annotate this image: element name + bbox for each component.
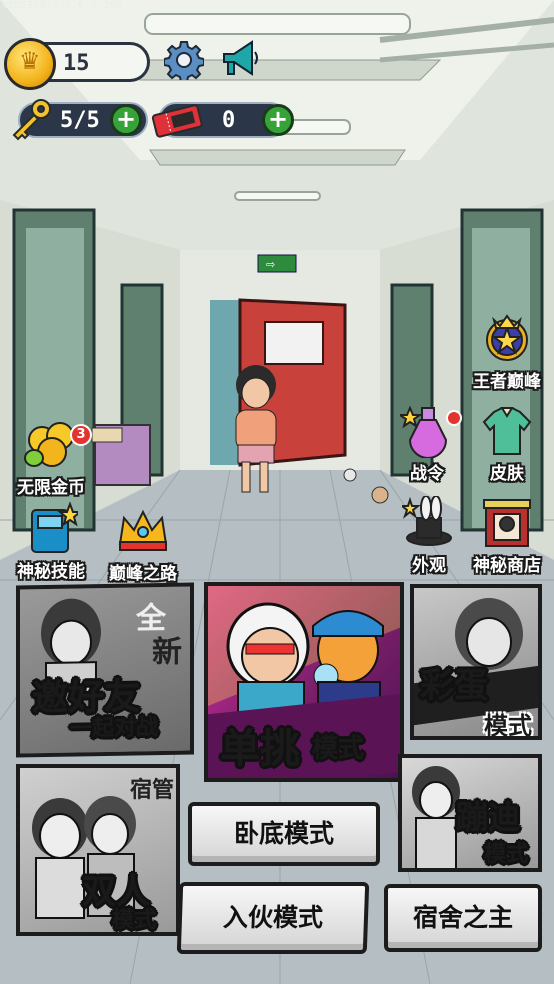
key-count: 5/5 — [60, 108, 100, 133]
potion-icon — [400, 405, 448, 458]
duo-tag: 宿管 — [130, 778, 175, 803]
solo-title: 单挑 — [220, 726, 300, 772]
easter-egg-mode-card[interactable]: 彩蛋 模式 — [410, 584, 542, 740]
key-icon — [12, 99, 51, 141]
game-main-screen: ⇨ VERSION:1.1.6.3.298 15 ♛ 5/5 + 0 + 3 无… — [0, 0, 554, 984]
gold-coins-icon — [24, 422, 74, 467]
solo-mode-card[interactable]: 单挑 模式 — [204, 582, 404, 782]
mystery-skill-label: 神秘技能 — [17, 562, 85, 582]
king-star-emblem-icon — [486, 314, 528, 361]
add-tickets-button[interactable]: + — [262, 104, 294, 136]
megaphone-icon[interactable] — [220, 38, 260, 80]
king-peak-button[interactable]: 王者巅峰 — [462, 312, 552, 392]
duo-suffix: 模式 — [112, 908, 157, 933]
undercover-mode-button[interactable]: 卧底模式 — [188, 802, 380, 866]
infinite-gold-button[interactable]: 3 无限金币 — [6, 418, 96, 498]
crown-icon — [118, 509, 168, 551]
battle-pass-label: 战令 — [410, 464, 444, 484]
appearance-button[interactable]: 外观 — [384, 496, 474, 576]
battle-pass-notification-dot — [446, 410, 462, 426]
mystery-shop-button[interactable]: 神秘商店 — [462, 496, 552, 576]
disco-mode-card[interactable]: 蹦迪 模式 — [398, 754, 542, 872]
version-label: VERSION:1.1.6.3.298 — [2, 0, 123, 11]
new-tag-char-2: 新 — [152, 634, 182, 671]
disco-suffix: 模式 — [484, 842, 529, 867]
peak-road-button[interactable]: 巅峰之路 — [98, 504, 188, 584]
invite-friends-subtitle: 一起对战 — [70, 715, 159, 742]
appearance-label: 外观 — [412, 556, 446, 576]
coin-count: 15 — [63, 51, 90, 76]
invite-friends-mode-card[interactable]: 全 新 邀好友 一起对战 — [16, 582, 194, 758]
infinite-gold-badge: 3 — [70, 424, 92, 446]
peak-road-label: 巅峰之路 — [109, 564, 177, 584]
easter-egg-suffix: 模式 — [484, 712, 532, 740]
svg-text:⇨: ⇨ — [266, 258, 275, 271]
settings-gear-icon[interactable] — [164, 40, 204, 80]
ticket-icon — [151, 104, 203, 138]
skin-button[interactable]: 皮肤 — [462, 404, 552, 484]
shop-stall-icon — [483, 499, 531, 547]
disco-title: 蹦迪 — [456, 798, 521, 836]
duo-mode-card[interactable]: 宿管 双人 模式 — [16, 764, 180, 936]
infinite-gold-label: 无限金币 — [17, 478, 85, 498]
dorm-master-mode-button[interactable]: 宿舍之主 — [384, 884, 542, 952]
mystery-shop-label: 神秘商店 — [473, 556, 541, 576]
shirt-icon — [482, 407, 532, 455]
skill-book-icon — [31, 502, 78, 553]
solo-suffix: 模式 — [312, 734, 365, 764]
easter-egg-title: 彩蛋 — [420, 666, 488, 706]
join-mode-button[interactable]: 入伙模式 — [176, 882, 370, 954]
ticket-count: 0 — [222, 108, 236, 133]
battle-pass-button[interactable]: 战令 — [382, 404, 472, 484]
mystery-skill-button[interactable]: 神秘技能 — [6, 502, 96, 582]
coin-icon — [4, 38, 56, 90]
king-peak-label: 王者巅峰 — [473, 372, 541, 392]
magic-hat-icon — [402, 496, 452, 546]
skin-label: 皮肤 — [490, 464, 524, 484]
add-keys-button[interactable]: + — [110, 104, 142, 136]
